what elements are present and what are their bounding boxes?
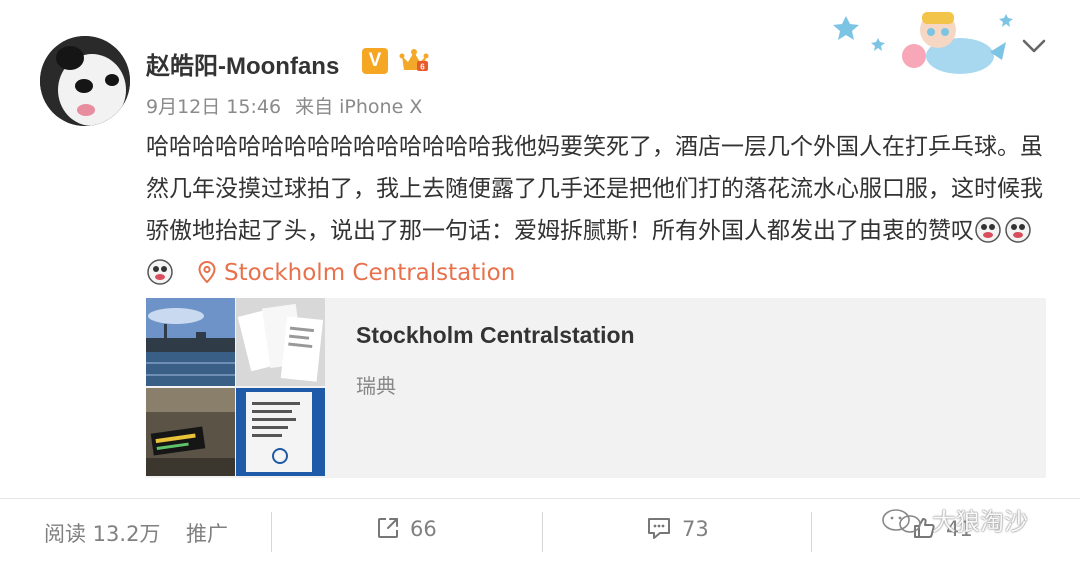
location-label: Stockholm Centralstation bbox=[224, 260, 516, 286]
place-card[interactable]: Stockholm Centralstation 瑞典 bbox=[146, 298, 1046, 478]
verified-badge[interactable]: V bbox=[362, 48, 388, 74]
laughing-emoji-icon bbox=[975, 217, 1001, 243]
footer-separator bbox=[542, 512, 543, 552]
laughing-emoji-icon bbox=[1005, 217, 1031, 243]
post-body: 哈哈哈哈哈哈哈哈哈哈哈哈哈哈哈我他妈要笑死了，酒店一层几个外国人在打乒乓球。虽然… bbox=[146, 134, 1043, 244]
station-board-photo bbox=[146, 388, 235, 476]
repost-count: 66 bbox=[410, 517, 437, 541]
place-title: Stockholm Centralstation bbox=[356, 322, 635, 348]
sign-photo bbox=[236, 388, 325, 476]
post-meta: 9月12日 15:46 来自 iPhone X bbox=[146, 92, 422, 119]
user-avatar[interactable] bbox=[40, 36, 130, 126]
comment-button[interactable]: 73 bbox=[646, 516, 709, 541]
svg-text:6: 6 bbox=[420, 63, 425, 72]
repost-icon bbox=[378, 518, 398, 538]
location-pin-icon bbox=[198, 260, 216, 284]
post-date[interactable]: 9月12日 15:46 bbox=[146, 96, 281, 118]
read-count: 阅读 13.2万 bbox=[44, 522, 161, 546]
weibo-post-card: 赵皓阳-Moonfans V 6 9月12日 15:46 来自 iPhone X… bbox=[0, 0, 1080, 568]
decoration-character-icon bbox=[833, 12, 1013, 74]
username[interactable]: 赵皓阳-Moonfans bbox=[146, 46, 339, 81]
wechat-watermark-icon bbox=[882, 509, 921, 533]
tickets-photo bbox=[236, 298, 325, 386]
crown-badge-icon[interactable]: 6 bbox=[398, 44, 430, 76]
promote-button[interactable]: 推广 bbox=[186, 518, 228, 548]
post-text: 哈哈哈哈哈哈哈哈哈哈哈哈哈哈哈我他妈要笑死了，酒店一层几个外国人在打乒乓球。虽然… bbox=[146, 126, 1046, 294]
post-source: 来自 iPhone X bbox=[295, 96, 423, 118]
location-link[interactable]: Stockholm Centralstation bbox=[198, 260, 515, 286]
laughing-emoji-icon bbox=[147, 259, 173, 285]
footer-separator bbox=[811, 512, 812, 552]
place-country: 瑞典 bbox=[356, 374, 396, 398]
comment-count: 73 bbox=[682, 517, 709, 541]
footer-divider bbox=[0, 498, 1080, 499]
repost-button[interactable]: 66 bbox=[376, 516, 437, 541]
chevron-down-icon[interactable] bbox=[1020, 32, 1048, 60]
harbor-photo bbox=[146, 298, 235, 386]
comment-icon bbox=[648, 518, 670, 539]
watermark-text: 大狼淘沙 bbox=[932, 508, 1028, 536]
footer-separator bbox=[271, 512, 272, 552]
